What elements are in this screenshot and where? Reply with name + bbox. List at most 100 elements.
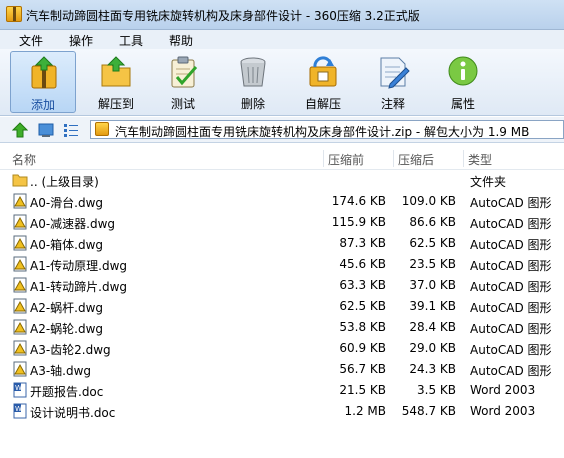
column-divider[interactable] [463, 150, 464, 167]
file-row[interactable]: A3-齿轮2.dwg 60.9 KB 29.0 KB AutoCAD 图形 [0, 338, 564, 359]
properties-button[interactable]: 属性 [430, 51, 496, 113]
comment-button[interactable]: 注释 [360, 51, 426, 113]
svg-text:W: W [15, 384, 22, 392]
file-row[interactable]: A2-蜗杆.dwg 62.5 KB 39.1 KB AutoCAD 图形 [0, 296, 564, 317]
file-row[interactable]: .. (上级目录) 文件夹 [0, 170, 564, 191]
dwg-file-icon [13, 319, 27, 335]
extract-button[interactable]: 解压到 [83, 51, 149, 113]
file-type: AutoCAD 图形 [470, 238, 552, 252]
self-extract-label: 自解压 [304, 97, 341, 111]
file-type: AutoCAD 图形 [470, 196, 552, 210]
menu-bar: 文件 操作 工具 帮助 [0, 30, 564, 49]
file-packed-size: 23.5 KB [409, 257, 456, 271]
file-packed-size: 37.0 KB [409, 278, 456, 292]
delete-button[interactable]: 删除 [220, 51, 286, 113]
file-row[interactable]: A1-转动蹄片.dwg 63.3 KB 37.0 KB AutoCAD 图形 [0, 275, 564, 296]
dwg-file-icon [13, 340, 27, 356]
dwg-file-icon [13, 193, 27, 209]
file-type: Word 2003 [470, 383, 536, 397]
file-row[interactable]: A0-滑台.dwg 174.6 KB 109.0 KB AutoCAD 图形 [0, 191, 564, 212]
menu-help[interactable]: 帮助 [169, 32, 193, 49]
extract-folder-icon [101, 56, 131, 87]
file-size: 174.6 KB [331, 194, 386, 208]
up-arrow-icon[interactable] [12, 122, 28, 138]
file-row[interactable]: A0-箱体.dwg 87.3 KB 62.5 KB AutoCAD 图形 [0, 233, 564, 254]
path-field[interactable]: 汽车制动蹄圆柱面专用铣床旋转机构及床身部件设计.zip - 解包大小为 1.9 … [90, 120, 564, 139]
column-name[interactable]: 名称 [12, 151, 36, 168]
self-extract-button[interactable]: 自解压 [290, 51, 356, 113]
file-name: A0-减速器.dwg [30, 217, 116, 231]
delete-trash-icon [240, 57, 266, 87]
file-name: A1-转动蹄片.dwg [30, 280, 128, 294]
column-divider[interactable] [393, 150, 394, 167]
zip-archive-icon [95, 122, 109, 136]
comment-note-icon [380, 57, 410, 89]
file-type: AutoCAD 图形 [470, 280, 552, 294]
column-type[interactable]: 类型 [468, 151, 492, 168]
menu-operate[interactable]: 操作 [69, 32, 93, 49]
comment-label: 注释 [380, 97, 405, 111]
file-row[interactable]: W 设计说明书.doc 1.2 MB 548.7 KB Word 2003 [0, 401, 564, 422]
column-packed[interactable]: 压缩后 [398, 151, 434, 168]
menu-tools[interactable]: 工具 [119, 32, 143, 49]
file-name: A2-蜗轮.dwg [30, 322, 104, 336]
file-type: AutoCAD 图形 [470, 301, 552, 315]
large-icon-view-icon[interactable] [38, 122, 54, 138]
file-name: 设计说明书.doc [30, 406, 116, 420]
file-packed-size: 548.7 KB [401, 404, 456, 418]
dwg-file-icon [13, 214, 27, 230]
word-doc-icon: W [13, 382, 27, 398]
file-type: 文件夹 [470, 175, 507, 189]
file-row[interactable]: A3-轴.dwg 56.7 KB 24.3 KB AutoCAD 图形 [0, 359, 564, 380]
file-size: 21.5 KB [339, 383, 386, 397]
file-size: 45.6 KB [339, 257, 386, 271]
file-size: 1.2 MB [344, 404, 386, 418]
address-bar: 汽车制动蹄圆柱面专用铣床旋转机构及床身部件设计.zip - 解包大小为 1.9 … [0, 117, 564, 143]
path-text: 汽车制动蹄圆柱面专用铣床旋转机构及床身部件设计.zip - 解包大小为 1.9 … [115, 125, 530, 139]
test-clipboard-icon [171, 56, 198, 88]
file-type: AutoCAD 图形 [470, 217, 552, 231]
file-size: 60.9 KB [339, 341, 386, 355]
file-type: Word 2003 [470, 404, 536, 418]
word-doc-icon: W [13, 403, 27, 419]
file-size: 63.3 KB [339, 278, 386, 292]
menu-file[interactable]: 文件 [19, 32, 43, 49]
dwg-file-icon [13, 361, 27, 377]
file-packed-size: 39.1 KB [409, 299, 456, 313]
dwg-file-icon [13, 256, 27, 272]
list-view-icon[interactable] [63, 122, 79, 138]
file-size: 115.9 KB [331, 215, 386, 229]
add-label: 添加 [30, 98, 55, 112]
test-button[interactable]: 测试 [150, 51, 216, 113]
file-name: A2-蜗杆.dwg [30, 301, 104, 315]
file-size: 56.7 KB [339, 362, 386, 376]
file-row[interactable]: W 开题报告.doc 21.5 KB 3.5 KB Word 2003 [0, 380, 564, 401]
file-packed-size: 29.0 KB [409, 341, 456, 355]
column-size[interactable]: 压缩前 [328, 151, 364, 168]
dwg-file-icon [13, 235, 27, 251]
file-name: .. (上级目录) [30, 175, 99, 189]
file-packed-size: 109.0 KB [401, 194, 456, 208]
file-name: A3-齿轮2.dwg [30, 343, 111, 357]
delete-label: 删除 [240, 97, 265, 111]
title-bar: 汽车制动蹄圆柱面专用铣床旋转机构及床身部件设计 - 360压缩 3.2正式版 [0, 0, 564, 30]
file-size: 53.8 KB [339, 320, 386, 334]
file-type: AutoCAD 图形 [470, 364, 552, 378]
file-packed-size: 62.5 KB [409, 236, 456, 250]
file-row[interactable]: A0-减速器.dwg 115.9 KB 86.6 KB AutoCAD 图形 [0, 212, 564, 233]
file-row[interactable]: A2-蜗轮.dwg 53.8 KB 28.4 KB AutoCAD 图形 [0, 317, 564, 338]
file-packed-size: 28.4 KB [409, 320, 456, 334]
file-type: AutoCAD 图形 [470, 259, 552, 273]
dwg-file-icon [13, 277, 27, 293]
file-packed-size: 86.6 KB [409, 215, 456, 229]
column-divider[interactable] [323, 150, 324, 167]
file-packed-size: 3.5 KB [417, 383, 456, 397]
add-button[interactable]: 添加 [10, 51, 76, 113]
info-icon [448, 56, 478, 86]
window-title: 汽车制动蹄圆柱面专用铣床旋转机构及床身部件设计 - 360压缩 3.2正式版 [26, 9, 420, 23]
file-size: 62.5 KB [339, 299, 386, 313]
file-name: A3-轴.dwg [30, 364, 92, 378]
file-row[interactable]: A1-传动原理.dwg 45.6 KB 23.5 KB AutoCAD 图形 [0, 254, 564, 275]
file-name: A1-传动原理.dwg [30, 259, 128, 273]
file-name: A0-滑台.dwg [30, 196, 104, 210]
